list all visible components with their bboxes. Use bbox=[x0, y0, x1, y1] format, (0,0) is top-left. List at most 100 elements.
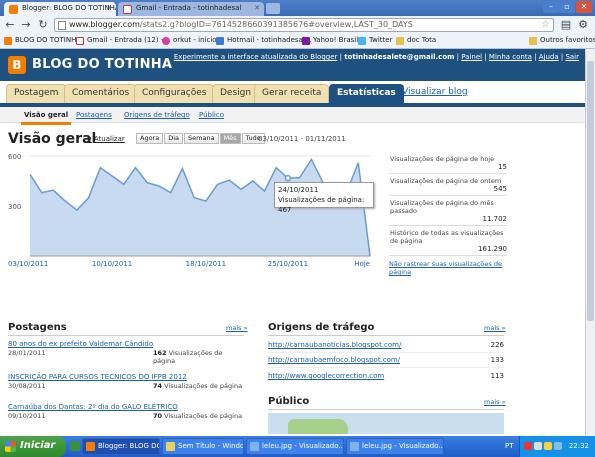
stat-all-time: Histórico de todas as visualizações de p… bbox=[389, 226, 507, 256]
tab-gerar-receita[interactable]: Gerar receita bbox=[254, 84, 330, 103]
traffic-item: http://www.googlecorrection.com 113 bbox=[268, 372, 504, 380]
traffic-url[interactable]: http://carnaubanoticias.blogspot.com/ bbox=[268, 341, 401, 349]
messenger-icon[interactable] bbox=[554, 442, 562, 450]
tab-design[interactable]: Design bbox=[212, 84, 260, 103]
range-now-button[interactable]: Agora bbox=[136, 133, 164, 144]
tooltip-date: 24/10/2011 bbox=[278, 186, 319, 194]
bookmark-hotmail[interactable]: Hotmail - totinhadesal... bbox=[216, 36, 311, 47]
subtab-posts[interactable]: Postagens bbox=[76, 111, 112, 119]
vertical-scrollbar[interactable] bbox=[585, 49, 595, 436]
stat-value: 161.290 bbox=[478, 245, 507, 253]
divider bbox=[268, 409, 504, 410]
bookmark-other[interactable]: Outros favoritos bbox=[529, 36, 595, 47]
audience-more-link[interactable]: mais » bbox=[484, 398, 506, 406]
post-link[interactable]: 80 anos do ex prefeito Valdemar Cândido bbox=[8, 340, 153, 348]
start-label: Iniciar bbox=[20, 440, 56, 451]
blogger-icon bbox=[4, 37, 12, 45]
blogger-logo-icon[interactable]: B bbox=[8, 56, 26, 74]
reload-button[interactable]: ↻ bbox=[36, 18, 50, 32]
sign-out-link[interactable]: Sair bbox=[565, 53, 579, 61]
range-day-button[interactable]: Dia bbox=[164, 133, 184, 144]
my-account-link[interactable]: Minha conta bbox=[489, 53, 532, 61]
traffic-count: 226 bbox=[490, 341, 504, 349]
divider bbox=[8, 335, 244, 336]
address-bar[interactable]: www.blogger.com/stats2.g?blogID=76145286… bbox=[54, 18, 554, 32]
bookmark-twitter[interactable]: Twitter bbox=[358, 36, 392, 47]
maximize-button[interactable]: ▫ bbox=[559, 1, 575, 13]
language-indicator[interactable]: PT bbox=[505, 442, 514, 450]
back-button[interactable]: ← bbox=[3, 18, 17, 32]
x-tick-label: 03/10/2011 bbox=[8, 260, 48, 268]
browser-tab-gmail[interactable]: Gmail - Entrada - totinhadesal ✕ bbox=[118, 2, 264, 16]
bookmark-blog[interactable]: BLOG DO TOTINHA bbox=[4, 36, 81, 47]
post-link[interactable]: Carnaúba dos Dantas: 2º dia do GALO ELÉT… bbox=[8, 403, 178, 411]
try-new-interface-link[interactable]: Experimente a interface atualizada do Bl… bbox=[174, 53, 338, 61]
subtab-overview[interactable]: Visão geral bbox=[20, 111, 72, 125]
forward-button[interactable]: → bbox=[19, 18, 33, 32]
posts-title: Postagens bbox=[8, 322, 67, 333]
stat-value: 545 bbox=[493, 185, 507, 193]
traffic-more-link[interactable]: mais » bbox=[484, 324, 506, 332]
traffic-url[interactable]: http://www.googlecorrection.com bbox=[268, 372, 384, 380]
minimize-button[interactable]: – bbox=[543, 1, 559, 13]
bookmark-label: Hotmail - totinhadesal... bbox=[227, 36, 312, 44]
stat-value: 11.702 bbox=[482, 215, 508, 223]
new-tab-button[interactable] bbox=[266, 3, 280, 14]
task-label: Sem Título - Windows... bbox=[178, 442, 244, 450]
navigation-bar: ← → ↻ www.blogger.com/stats2.g?blogID=76… bbox=[0, 16, 595, 34]
tab-postagem[interactable]: Postagem bbox=[6, 84, 67, 103]
star-icon[interactable]: ☆ bbox=[541, 19, 550, 30]
range-month-button[interactable]: Mês bbox=[219, 133, 241, 144]
x-tick-label: 18/10/2011 bbox=[186, 260, 226, 268]
divider bbox=[268, 367, 504, 368]
windows-logo-icon bbox=[5, 441, 16, 452]
network-icon[interactable] bbox=[534, 442, 542, 450]
subtab-audience[interactable]: Público bbox=[199, 111, 224, 119]
blogger-header: B BLOG DO TOTINHA Experimente a interfac… bbox=[0, 49, 585, 81]
volume-icon[interactable] bbox=[544, 442, 552, 450]
tab-estatisticas[interactable]: Estatísticas bbox=[329, 84, 404, 103]
tab-configuracoes[interactable]: Configurações bbox=[134, 84, 215, 103]
top-links: Experimente a interface atualizada do Bl… bbox=[173, 53, 579, 61]
scrollbar-thumb[interactable] bbox=[587, 61, 594, 321]
refresh-label: Atualizar bbox=[93, 135, 125, 143]
close-icon[interactable]: ✕ bbox=[254, 4, 260, 12]
url-path: /stats2.g?blogID=7614528660391385676#ove… bbox=[139, 20, 413, 29]
stats-panel: Visualizações de página de hoje 15 Visua… bbox=[389, 152, 507, 276]
page-menu-icon[interactable]: ▤ bbox=[559, 18, 573, 32]
url-host: www.blogger.com bbox=[69, 20, 140, 29]
start-button[interactable]: Iniciar bbox=[0, 436, 66, 457]
range-week-button[interactable]: Semana bbox=[184, 133, 219, 144]
dashboard-link[interactable]: Painel bbox=[461, 53, 482, 61]
tab-comentarios[interactable]: Comentários bbox=[64, 84, 138, 103]
refresh-link[interactable]: ↻ Atualizar bbox=[86, 135, 125, 143]
close-window-button[interactable]: ✕ bbox=[576, 1, 592, 13]
taskbar-item-blogger[interactable]: Blogger: BLOG DO TO... bbox=[82, 438, 160, 455]
post-count-label: Visualizações de página bbox=[164, 412, 243, 420]
task-label: leleu.jpg - Visualizado... bbox=[262, 442, 344, 450]
close-icon[interactable]: ✕ bbox=[106, 4, 112, 12]
x-tick-label: 10/10/2011 bbox=[92, 260, 132, 268]
dont-track-link[interactable]: Não rastrear suas visualizações de págin… bbox=[389, 260, 507, 276]
help-link[interactable]: Ajuda bbox=[539, 53, 559, 61]
taskbar-item-image-viewer[interactable]: leleu.jpg - Visualizado... bbox=[346, 438, 444, 455]
quicklaunch-icon[interactable] bbox=[70, 441, 80, 451]
posts-more-link[interactable]: mais » bbox=[226, 324, 248, 332]
divider bbox=[268, 335, 504, 336]
bookmark-yahoo[interactable]: Yahoo! Brasil bbox=[302, 36, 358, 47]
bookmark-gmail[interactable]: Gmail - Entrada (12) -... bbox=[76, 36, 170, 47]
taskbar-item-paint[interactable]: Sem Título - Windows... bbox=[162, 438, 244, 455]
bookmark-doc-tota[interactable]: doc Tota bbox=[396, 36, 436, 47]
post-date: 09/10/2011 bbox=[8, 412, 46, 420]
wrench-icon[interactable]: ⚙ bbox=[576, 18, 590, 32]
subtab-traffic[interactable]: Origens de tráfego bbox=[124, 111, 190, 119]
post-link[interactable]: INSCRIÇÃO PARA CURSOS TÉCNICOS DO IFPB 2… bbox=[8, 373, 187, 381]
stat-last-month: Visualizações de página do mês passado 1… bbox=[389, 196, 507, 226]
bookmark-orkut[interactable]: orkut - início bbox=[162, 36, 217, 47]
taskbar-item-image-viewer[interactable]: leleu.jpg - Visualizado... bbox=[246, 438, 344, 455]
antivirus-icon[interactable] bbox=[524, 442, 532, 450]
browser-tab-blogger[interactable]: Blogger: BLOG DO TOTINHA ✕ bbox=[4, 2, 116, 16]
view-blog-link[interactable]: Visualizar blog bbox=[402, 84, 468, 103]
traffic-url[interactable]: http://carnaubaemfoco.blogspot.com/ bbox=[268, 356, 400, 364]
audience-map bbox=[268, 413, 504, 434]
